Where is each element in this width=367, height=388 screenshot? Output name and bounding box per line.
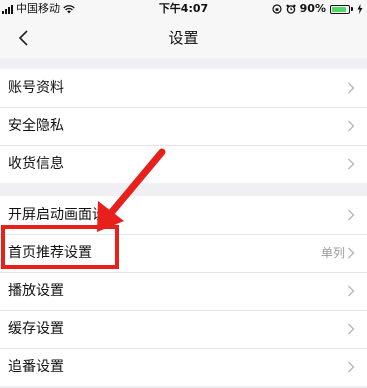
settings-item-label: 开屏启动画面设: [8, 207, 106, 223]
settings-item-label: 首页推荐设置: [8, 245, 92, 261]
chevron-right-icon: [348, 120, 355, 132]
settings-item-security-privacy[interactable]: 安全隐私: [0, 107, 367, 145]
chevron-right-icon: [348, 323, 355, 335]
settings-item-value: 单列: [320, 246, 345, 260]
battery-percent: 90%: [299, 2, 326, 15]
settings-item-label: 播放设置: [8, 283, 64, 299]
chevron-right-icon: [348, 82, 355, 94]
page-title: 设置: [168, 29, 199, 47]
settings-item-label: 缓存设置: [8, 321, 64, 337]
settings-item-shipping-info[interactable]: 收货信息: [0, 145, 367, 183]
battery-icon: [330, 4, 353, 14]
chevron-right-icon: [348, 285, 355, 297]
settings-item-playback[interactable]: 播放设置: [0, 272, 367, 310]
settings-item-label: 追番设置: [8, 359, 64, 375]
settings-group-account: 账号资料 安全隐私 收货信息: [0, 69, 367, 183]
status-bar: 中国移动 下午4:07 90%: [0, 0, 367, 18]
settings-item-home-recommend[interactable]: 首页推荐设置 单列: [0, 234, 367, 272]
settings-item-label: 安全隐私: [8, 118, 64, 134]
settings-item-follow-anime[interactable]: 追番设置: [0, 348, 367, 386]
chevron-right-icon: [348, 158, 355, 170]
navigation-bar: 设置: [0, 18, 367, 58]
settings-group-app: 开屏启动画面设 首页推荐设置 单列 播放设置 缓存设置 追番设置: [0, 196, 367, 386]
settings-item-label: 账号资料: [8, 80, 64, 96]
rotation-lock-icon: [272, 4, 282, 14]
settings-item-cache[interactable]: 缓存设置: [0, 310, 367, 348]
status-right: 90%: [272, 0, 363, 18]
chevron-right-icon: [348, 361, 355, 373]
settings-item-label: 收货信息: [8, 156, 64, 172]
settings-item-account-profile[interactable]: 账号资料: [0, 69, 367, 107]
chevron-right-icon: [348, 247, 355, 259]
alarm-icon: [286, 4, 296, 14]
settings-item-splash-screen[interactable]: 开屏启动画面设: [0, 196, 367, 234]
chevron-right-icon: [348, 209, 355, 221]
charging-icon: [357, 4, 363, 14]
